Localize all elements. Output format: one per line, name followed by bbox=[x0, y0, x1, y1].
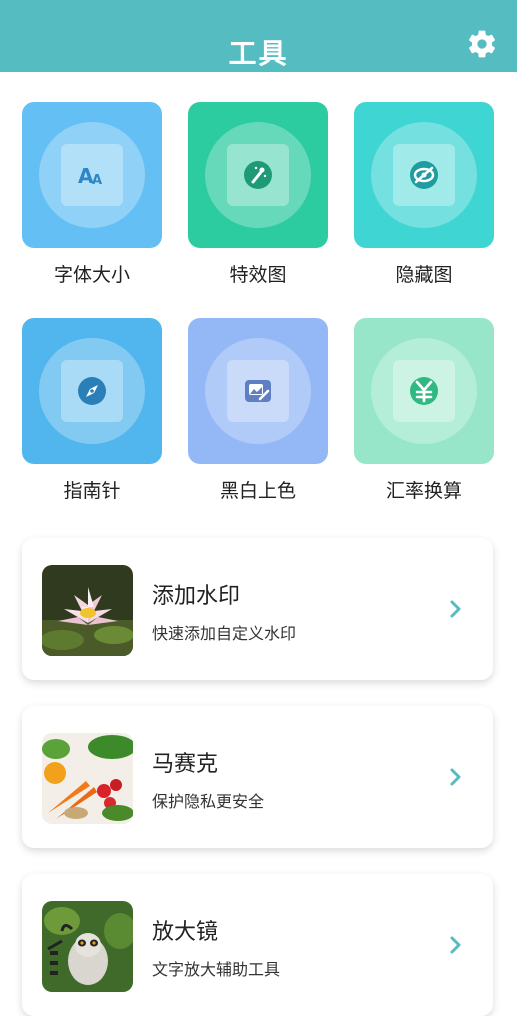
tool-label: 字体大小 bbox=[53, 264, 130, 286]
tool-colorize[interactable]: 黑白上色 bbox=[188, 318, 328, 503]
yuan-icon bbox=[410, 377, 438, 405]
tool-compass[interactable]: 指南针 bbox=[22, 318, 162, 503]
chevron-right-icon bbox=[450, 600, 461, 618]
tool-effects[interactable]: 特效图 bbox=[188, 102, 328, 287]
page-title: 工具 bbox=[228, 37, 289, 70]
list-item-title: 放大镜 bbox=[152, 920, 219, 945]
tool-card[interactable] bbox=[354, 318, 494, 464]
tool-label: 指南针 bbox=[63, 480, 121, 502]
tool-label: 特效图 bbox=[229, 264, 287, 286]
tool-card[interactable] bbox=[188, 318, 328, 464]
tool-exchange-rate[interactable]: 汇率换算 bbox=[354, 318, 494, 503]
eye-off-icon bbox=[410, 161, 438, 189]
list-item-subtitle: 快速添加自定义水印 bbox=[152, 624, 297, 643]
vegetables-photo bbox=[42, 733, 133, 824]
image-edit-icon bbox=[245, 380, 271, 402]
compass-icon bbox=[78, 377, 106, 405]
chevron-right-icon bbox=[450, 768, 461, 786]
list-item-title: 马赛克 bbox=[152, 752, 219, 777]
list-item-watermark[interactable]: 添加水印 快速添加自定义水印 bbox=[22, 538, 493, 680]
list-item-mosaic[interactable]: 马赛克 保护隐私更安全 bbox=[22, 706, 493, 848]
list-item-subtitle: 文字放大辅助工具 bbox=[152, 960, 281, 979]
tool-label: 黑白上色 bbox=[219, 480, 296, 502]
app-header: 工具 bbox=[0, 0, 517, 72]
gear-icon[interactable] bbox=[466, 28, 498, 60]
tool-card[interactable] bbox=[354, 102, 494, 248]
svg-text:A: A bbox=[92, 173, 102, 188]
tool-card[interactable]: A A bbox=[22, 102, 162, 248]
font-size-icon: A A bbox=[78, 164, 102, 188]
tool-label: 隐藏图 bbox=[395, 264, 453, 286]
list-item-subtitle: 保护隐私更安全 bbox=[152, 792, 265, 811]
magic-wand-icon bbox=[244, 161, 272, 189]
tool-card[interactable] bbox=[188, 102, 328, 248]
list-item-magnifier[interactable]: 放大镜 文字放大辅助工具 bbox=[22, 874, 493, 1016]
tool-hidden-image[interactable]: 隐藏图 bbox=[354, 102, 494, 287]
lemur-photo bbox=[42, 901, 133, 992]
tool-font-size[interactable]: A A 字体大小 bbox=[22, 102, 162, 287]
list-item-title: 添加水印 bbox=[152, 584, 241, 609]
lotus-photo bbox=[42, 565, 133, 656]
tool-card[interactable] bbox=[22, 318, 162, 464]
tool-label: 汇率换算 bbox=[385, 480, 462, 502]
chevron-right-icon bbox=[450, 936, 461, 954]
